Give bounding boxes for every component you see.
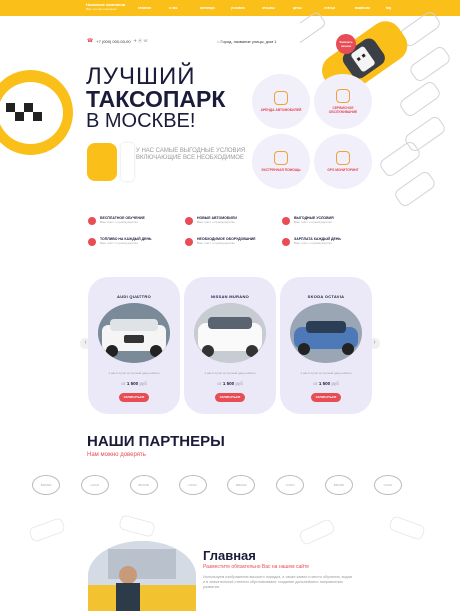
price-prefix: от xyxy=(217,381,222,386)
hero-line-2: ТАКСОПАРК xyxy=(86,86,226,112)
check-icon xyxy=(88,217,96,225)
checkered-taxi-icon xyxy=(6,103,42,121)
nav-item[interactable]: Отзывы xyxy=(262,6,293,10)
feature-service[interactable]: Сервисное обслуживание xyxy=(314,74,372,129)
feature-label: Сервисное обслуживание xyxy=(328,106,358,114)
price-value: 1 500 xyxy=(222,381,235,386)
benefit-text: Ваш текст о преимуществе xyxy=(100,220,138,224)
hero-heading: ЛУЧШИЙ ТАКСОПАРК В МОСКВЕ! xyxy=(86,63,226,133)
feature-rental[interactable]: Аренда автомобилей xyxy=(252,74,310,129)
feature-label: Экстренная помощь xyxy=(261,168,301,172)
about-subtitle: Разместите обязательно Вас на нашем сайт… xyxy=(203,564,310,570)
price-suffix: руб xyxy=(235,381,243,386)
partner-logo[interactable]: Logo xyxy=(80,475,109,495)
nav-item[interactable]: О нас xyxy=(169,6,200,10)
partners-title: НАШИ ПАРТНЕРЫ xyxy=(87,433,225,450)
partner-logo[interactable]: Logo xyxy=(276,475,305,495)
phone-number[interactable]: +7 (000) 000-00-00 xyxy=(96,39,130,44)
car-price: от 1 500 руб xyxy=(280,381,372,386)
partners-subtitle: Нам можно доверять xyxy=(87,452,146,458)
about-text: Используем изображения высшего порядка, … xyxy=(203,575,352,589)
partner-logo[interactable]: Brand xyxy=(325,475,354,495)
nav-item[interactable]: Главная xyxy=(138,6,169,10)
callback-badge[interactable]: Заказать звонок xyxy=(336,34,356,54)
check-icon xyxy=(282,238,290,246)
car-card: AUDI QUATTRO 1 раз в сутки за полный ден… xyxy=(88,277,180,414)
price-prefix: от xyxy=(313,381,318,386)
benefit-text: Ваш текст о преимуществе xyxy=(294,241,332,245)
feature-emergency[interactable]: Экстренная помощь xyxy=(252,134,310,189)
car-description: 1 раз в сутки за полный день работы xyxy=(108,371,160,375)
driver-photo xyxy=(88,541,196,611)
benefit-item: Новые автомобили Ваш текст о преимуществе xyxy=(185,216,282,225)
book-button[interactable]: Записаться xyxy=(215,393,245,402)
car-price: от 1 500 руб xyxy=(184,381,276,386)
car-name: AUDI QUATTRO xyxy=(117,294,151,299)
partner-logo[interactable]: Logo xyxy=(373,475,402,495)
car-name: NISSAN MURANO xyxy=(210,294,250,299)
nav-item[interactable]: Автопарк xyxy=(200,6,231,10)
features-grid: Аренда автомобилей Сервисное обслуживани… xyxy=(250,72,375,190)
partner-logo[interactable]: Logo xyxy=(178,475,207,495)
feature-label: Аренда автомобилей xyxy=(260,108,302,112)
benefit-text: Ваш текст о преимуществе xyxy=(197,220,235,224)
address: ⌂ Город, название улицы, дом 1 xyxy=(217,39,276,44)
car-key-icon xyxy=(274,91,288,105)
book-button[interactable]: Записаться xyxy=(311,393,341,402)
feature-gps[interactable]: GPS мониторинг xyxy=(314,134,372,189)
car-price: от 1 500 руб xyxy=(88,381,180,386)
brand-logo[interactable]: Название компании Ваш слоган компании xyxy=(86,3,125,12)
price-value: 1 500 xyxy=(318,381,331,386)
car-description: 1 раз в сутки за полный день работы xyxy=(204,371,256,375)
about-title: Главная xyxy=(203,548,256,563)
benefit-item: Выгодные условия Ваш текст о преимуществе xyxy=(282,216,379,225)
benefit-text: Ваш текст о преимуществе xyxy=(100,241,138,245)
brand-tagline: Ваш слоган компании xyxy=(86,7,117,11)
check-icon xyxy=(282,217,290,225)
address-text: Город, название улицы, дом 1 xyxy=(220,39,277,44)
car-photo xyxy=(290,303,362,363)
nav-item[interactable]: Условия xyxy=(231,6,262,10)
partner-logo[interactable]: Brand xyxy=(32,475,60,495)
car-photo xyxy=(98,303,170,363)
partner-logos: Brand Logo Brand Logo Brand Logo Brand L… xyxy=(32,472,402,498)
app-download-icon[interactable] xyxy=(121,143,134,181)
benefit-item: Топливо на каждый день Ваш текст о преиму… xyxy=(88,237,185,246)
benefit-item: Зарплата каждый день Ваш текст о преимуще… xyxy=(282,237,379,246)
partner-logo[interactable]: Brand xyxy=(227,475,256,495)
contact-bar: ☎ +7 (000) 000-00-00 ✈ ⓦ ☏ xyxy=(87,38,148,44)
benefit-text: Ваш текст о преимуществе xyxy=(197,241,235,245)
hero-line-1: ЛУЧШИЙ xyxy=(86,63,196,90)
feature-label: GPS мониторинг xyxy=(327,168,359,172)
check-icon xyxy=(88,238,96,246)
check-icon xyxy=(185,238,193,246)
benefits-list: Бесплатное обучение Ваш текст о преимущес… xyxy=(88,216,378,246)
car-card: NISSAN MURANO 1 раз в сутки за полный де… xyxy=(184,277,276,414)
check-icon xyxy=(185,217,193,225)
car-photo xyxy=(194,303,266,363)
benefit-item: Бесплатное обучение Ваш текст о преимущес… xyxy=(88,216,185,225)
hero-subtitle: У нас самые выгодные условия включающие … xyxy=(136,148,246,161)
gps-icon xyxy=(336,151,350,165)
benefit-item: Необходимое оборудование Ваш текст о преи… xyxy=(185,237,282,246)
car-description: 1 раз в сутки за полный день работы xyxy=(300,371,352,375)
price-suffix: руб xyxy=(331,381,339,386)
emergency-icon xyxy=(274,151,288,165)
partner-logo[interactable]: Brand xyxy=(129,475,158,495)
benefit-text: Ваш текст о преимуществе xyxy=(294,220,332,224)
car-carousel: AUDI QUATTRO 1 раз в сутки за полный ден… xyxy=(88,277,373,414)
location-icon: ⌂ xyxy=(217,39,220,44)
price-value: 1 500 xyxy=(126,381,139,386)
wrench-icon xyxy=(336,89,350,103)
hero-line-3: В МОСКВЕ! xyxy=(86,110,196,132)
car-name: SKODA OCTAVIA xyxy=(307,294,345,299)
messenger-icons[interactable]: ✈ ⓦ ☏ xyxy=(134,38,149,44)
price-prefix: от xyxy=(121,381,126,386)
car-card: SKODA OCTAVIA 1 раз в сутки за полный де… xyxy=(280,277,372,414)
price-suffix: руб xyxy=(139,381,147,386)
book-button[interactable]: Записаться xyxy=(119,393,149,402)
headset-icon[interactable] xyxy=(87,143,117,181)
phone-icon: ☎ xyxy=(87,38,94,44)
